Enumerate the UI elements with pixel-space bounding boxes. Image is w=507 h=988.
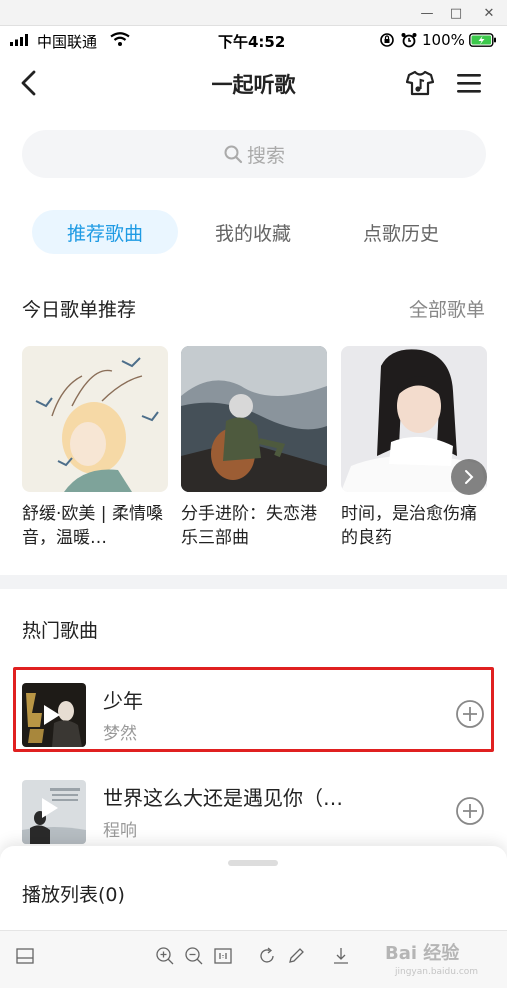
watermark-url: jingyan.baidu.com [395, 967, 479, 977]
watermark-text: Bai 经验 [385, 943, 460, 964]
carrier-name: 中国联通 [37, 33, 98, 51]
song-artist: 程响 [103, 821, 137, 841]
menu-icon[interactable] [456, 72, 482, 94]
skin-shirt-icon[interactable] [406, 70, 434, 96]
playlist-sheet-title: 播放列表(0) [22, 884, 125, 906]
playlist-card[interactable]: 分手进阶：失恋港乐三部曲 [181, 346, 327, 550]
close-icon[interactable]: ✕ [480, 4, 498, 22]
search-icon [224, 145, 243, 164]
clock: 下午4:52 [218, 33, 286, 51]
playlist-name: 分手进阶：失恋港乐三部曲 [181, 504, 317, 548]
playlist-sheet[interactable]: 播放列表(0) [0, 846, 507, 930]
section-divider [0, 575, 507, 589]
rotate-icon[interactable] [256, 945, 278, 967]
carousel-next-button[interactable] [451, 459, 487, 495]
song-title: 世界这么大还是遇见你（… [103, 786, 343, 810]
selection-highlight [13, 667, 494, 752]
section-title-playlists: 今日歌单推荐 [22, 299, 137, 321]
wifi-icon [110, 32, 130, 46]
chevron-right-icon [465, 470, 474, 484]
battery-percent: 100% [422, 31, 465, 49]
pencil-icon[interactable] [285, 945, 307, 967]
song-thumbnail [22, 780, 86, 844]
playlist-card[interactable]: 时间，是治愈伤痛的良药 [341, 346, 487, 550]
add-song-icon[interactable] [455, 796, 485, 826]
minimize-icon[interactable]: — [418, 4, 436, 22]
viewer-toolbar: Bai 经验 jingyan.baidu.com [0, 930, 507, 988]
song-row[interactable]: 世界这么大还是遇见你（… 程响 [0, 774, 507, 854]
drag-handle[interactable] [228, 860, 278, 866]
nav-header: 一起听歌 [0, 58, 507, 108]
signal-icon [10, 34, 28, 46]
window-titlebar: — □ ✕ [0, 0, 507, 26]
section-title-hot-songs: 热门歌曲 [22, 620, 99, 642]
tab-favorites[interactable]: 我的收藏 [194, 210, 312, 254]
tab-history[interactable]: 点歌历史 [340, 210, 462, 254]
rotation-lock-icon [380, 33, 394, 47]
search-placeholder: 搜索 [246, 144, 285, 167]
playlist-cover [181, 346, 327, 492]
battery-icon [469, 33, 496, 47]
actual-size-icon[interactable] [212, 945, 234, 967]
playlist-name: 舒缓·欧美 | 柔情嗓音，温暖… [22, 504, 163, 548]
alarm-icon [401, 33, 417, 48]
playlist-cover [22, 346, 168, 492]
search-input[interactable]: 搜索 [22, 130, 486, 178]
zoom-in-icon[interactable] [154, 945, 176, 967]
playlist-name: 时间，是治愈伤痛的良药 [341, 504, 477, 548]
download-icon[interactable] [330, 945, 352, 967]
baidu-watermark: Bai 经验 jingyan.baidu.com [385, 939, 503, 983]
all-playlists-link[interactable]: 全部歌单 [409, 295, 485, 322]
playlist-card[interactable]: 舒缓·欧美 | 柔情嗓音，温暖… [22, 346, 168, 550]
status-bar: 中国联通 下午4:52 100% [0, 28, 507, 54]
layout-icon[interactable] [14, 945, 36, 967]
maximize-icon[interactable]: □ [447, 4, 465, 22]
tab-recommended[interactable]: 推荐歌曲 [32, 210, 178, 254]
zoom-out-icon[interactable] [183, 945, 205, 967]
